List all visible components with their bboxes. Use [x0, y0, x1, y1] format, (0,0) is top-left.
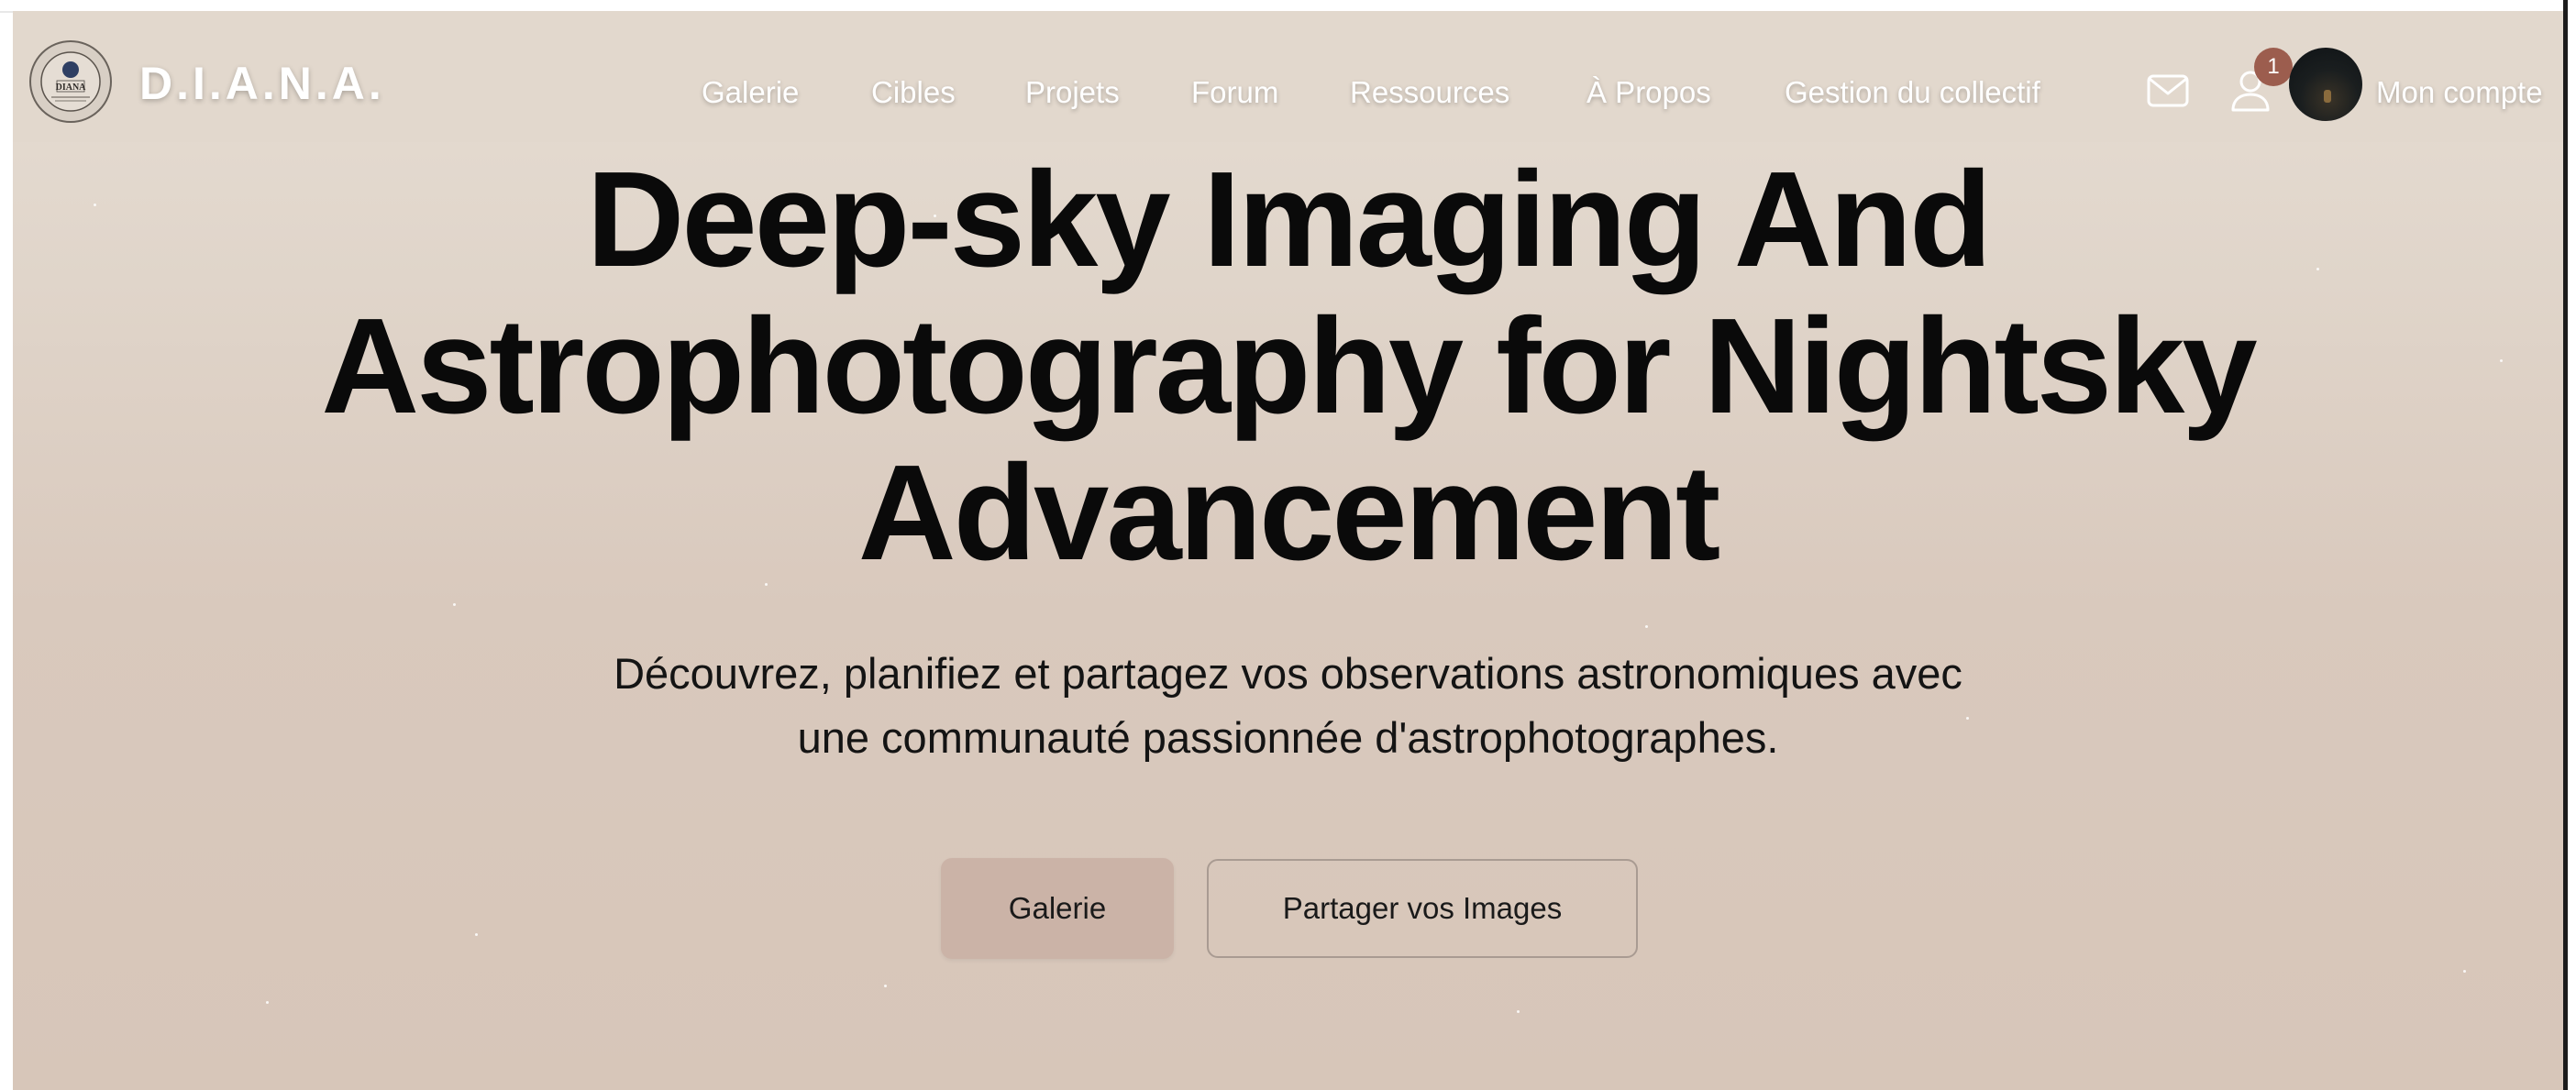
- hero-subtitle-line: Découvrez, planifiez et partagez vos obs…: [614, 649, 1962, 698]
- nav-item-galerie[interactable]: Galerie: [702, 75, 799, 110]
- hero-title: Deep-sky Imaging And Astrophotography fo…: [13, 147, 2563, 587]
- star-decoration: [475, 933, 478, 936]
- gallery-button[interactable]: Galerie: [941, 858, 1174, 959]
- share-images-button[interactable]: Partager vos Images: [1207, 859, 1638, 958]
- hero-subtitle-line: une communauté passionnée d'astrophotogr…: [797, 713, 1779, 762]
- logo-text: DIANA: [56, 83, 87, 93]
- nav-item-gestion-collectif[interactable]: Gestion du collectif: [1785, 75, 2040, 110]
- star-decoration: [1645, 625, 1648, 628]
- nav-item-projets[interactable]: Projets: [1025, 75, 1120, 110]
- diana-logo[interactable]: DIANA: [29, 40, 112, 123]
- hero-subtitle: Découvrez, planifiez et partagez vos obs…: [13, 642, 2563, 770]
- browser-scrollbar-edge: [2563, 0, 2576, 1090]
- star-decoration: [266, 1001, 269, 1004]
- avatar[interactable]: [2289, 48, 2362, 121]
- my-account-link[interactable]: Mon compte: [2376, 75, 2543, 110]
- page-viewport: DIANA D.I.A.N.A. Galerie Cibles Projets …: [13, 11, 2563, 1090]
- star-decoration: [1517, 1010, 1520, 1013]
- hero-title-line: Advancement: [857, 437, 1721, 589]
- nav-item-forum[interactable]: Forum: [1191, 75, 1278, 110]
- nav-item-a-propos[interactable]: À Propos: [1587, 75, 1711, 110]
- brand-name[interactable]: D.I.A.N.A.: [139, 57, 385, 110]
- hero-title-line: Deep-sky Imaging And: [586, 144, 1993, 295]
- avatar-figure: [2324, 90, 2331, 103]
- mail-icon[interactable]: [2147, 74, 2189, 107]
- star-decoration: [884, 985, 887, 987]
- star-decoration: [2463, 970, 2466, 973]
- hero-title-line: Astrophotography for Nightsky: [321, 291, 2257, 442]
- nav-item-ressources[interactable]: Ressources: [1350, 75, 1509, 110]
- star-decoration: [453, 603, 456, 606]
- nav-item-cibles[interactable]: Cibles: [871, 75, 956, 110]
- telescope-logo-icon: DIANA: [40, 51, 101, 112]
- browser-left-edge: [0, 0, 13, 1090]
- top-navbar: DIANA D.I.A.N.A. Galerie Cibles Projets …: [13, 11, 2563, 142]
- notification-badge[interactable]: 1: [2254, 48, 2293, 86]
